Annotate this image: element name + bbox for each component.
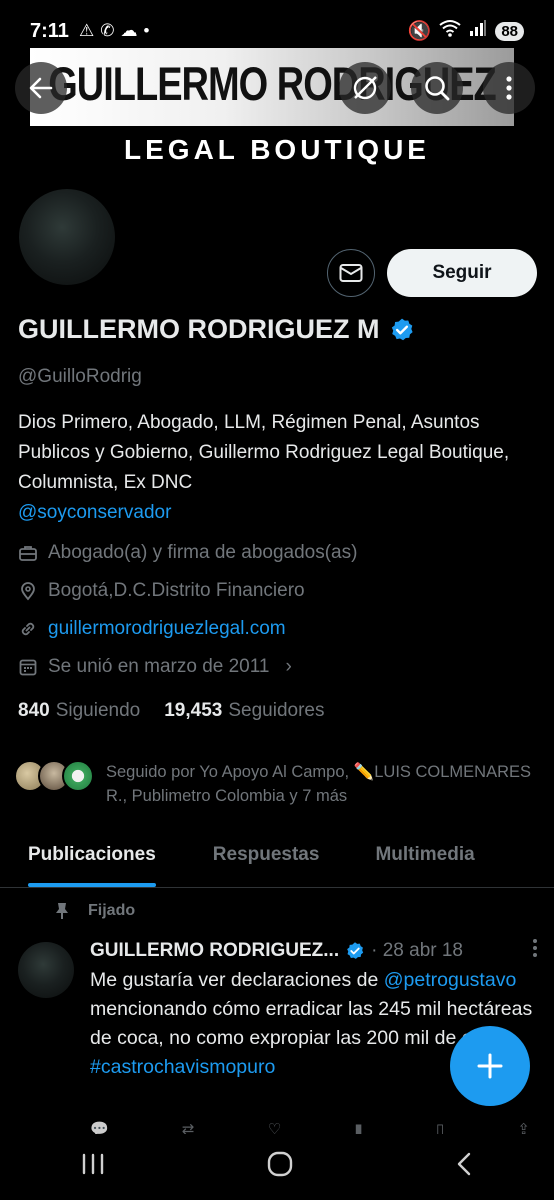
- post-more-button[interactable]: [532, 938, 538, 964]
- profile-location: Bogotá,D.C.Distrito Financiero: [48, 580, 305, 601]
- compose-post-button[interactable]: [450, 1026, 530, 1106]
- tab-multimedia[interactable]: Multimedia: [375, 826, 474, 887]
- post-header: GUILLERMO RODRIGUEZ... · 28 abr 18: [90, 938, 538, 964]
- back-icon: [457, 1152, 471, 1175]
- wifi-icon: [439, 19, 461, 43]
- follow-button[interactable]: Seguir: [387, 249, 537, 297]
- search-icon: [425, 76, 450, 101]
- chevron-right-icon: ›: [285, 656, 292, 677]
- arrow-left-icon: [29, 77, 53, 99]
- post-text-start: Me gustaría ver declaraciones de: [90, 969, 384, 991]
- profile-banner: GUILLERMO RODRIGUEZ LEGAL BOUTIQUE: [0, 48, 554, 174]
- profile-tabs: Publicaciones Respuestas Multimedia: [0, 826, 554, 888]
- post-mention-link[interactable]: @petrogustavo: [384, 969, 517, 991]
- system-nav-bar: [0, 1134, 554, 1200]
- status-icons-left: ⚠ ✆ ☁ •: [79, 21, 149, 41]
- followers-stat[interactable]: 19,453 Seguidores: [164, 700, 324, 722]
- followed-by-row[interactable]: Seguido por Yo Apoyo Al Campo, ✏️LUIS CO…: [14, 760, 536, 808]
- recent-apps-button[interactable]: [80, 1151, 106, 1183]
- warning-icon: ⚠: [78, 21, 95, 40]
- profile-location-row: Bogotá,D.C.Distrito Financiero: [18, 580, 305, 602]
- post-author-avatar[interactable]: [18, 942, 74, 998]
- search-button[interactable]: [411, 62, 463, 114]
- mail-icon: [339, 264, 363, 282]
- followed-by-text: Seguido por Yo Apoyo Al Campo, ✏️LUIS CO…: [106, 763, 532, 805]
- bio-text: Dios Primero, Abogado, LLM, Régimen Pena…: [18, 412, 510, 493]
- more-vertical-icon: [533, 939, 537, 957]
- pin-icon: [56, 903, 68, 919]
- mute-icon: 🔇: [407, 21, 432, 42]
- status-bar: 7:11 ⚠ ✆ ☁ • 🔇 88: [0, 0, 554, 62]
- profile-handle: @GuilloRodrig: [18, 366, 142, 387]
- following-stat[interactable]: 840 Siguiendo: [18, 700, 140, 722]
- back-nav-button[interactable]: [454, 1151, 474, 1184]
- followers-count: 19,453: [164, 700, 223, 721]
- profile-name-row: GUILLERMO RODRIGUEZ M: [18, 314, 415, 345]
- battery-indicator: 88: [495, 21, 524, 41]
- profile-category-row: Abogado(a) y firma de abogados(as): [18, 542, 357, 564]
- profile-website-row: guillermorodriguezlegal.com: [18, 618, 286, 640]
- recent-apps-icon: [82, 1153, 104, 1175]
- bio-mention-link[interactable]: @soyconservador: [18, 502, 171, 523]
- pinned-label: Fijado: [88, 902, 136, 919]
- post-date[interactable]: · 28 abr 18: [371, 940, 463, 962]
- link-icon: [21, 622, 35, 636]
- tab-respuestas[interactable]: Respuestas: [213, 826, 320, 887]
- calendar-icon: [19, 659, 37, 676]
- home-icon: [267, 1151, 293, 1176]
- briefcase-icon: [19, 546, 37, 561]
- profile-website-link[interactable]: guillermorodriguezlegal.com: [48, 618, 286, 640]
- post-hashtag-link[interactable]: #castrochavismopuro: [90, 1056, 275, 1078]
- banner-subtitle: LEGAL BOUTIQUE: [124, 134, 430, 165]
- back-button[interactable]: [15, 62, 67, 114]
- signal-icon: [469, 19, 487, 43]
- profile-category: Abogado(a) y firma de abogados(as): [48, 542, 358, 563]
- following-label: Siguiendo: [55, 700, 141, 721]
- plus-icon: [477, 1053, 503, 1079]
- location-pin-icon: [21, 582, 35, 601]
- more-vertical-icon: [506, 76, 512, 100]
- post-author-name[interactable]: GUILLERMO RODRIGUEZ...: [90, 940, 339, 962]
- pinned-indicator: Fijado: [54, 902, 135, 920]
- verified-badge-icon: [347, 942, 364, 959]
- more-options-button[interactable]: [483, 62, 535, 114]
- grok-icon: [353, 76, 377, 100]
- following-count: 840: [18, 700, 50, 721]
- profile-bio: Dios Primero, Abogado, LLM, Régimen Pena…: [18, 408, 538, 528]
- dot-icon: •: [143, 21, 150, 40]
- profile-joined-row[interactable]: Se unió en marzo de 2011 ›: [18, 656, 292, 678]
- followers-label: Seguidores: [228, 700, 325, 721]
- profile-stats: 840 Siguiendo 19,453 Seguidores: [18, 700, 324, 722]
- tab-publicaciones[interactable]: Publicaciones: [28, 826, 156, 887]
- message-button[interactable]: [327, 249, 375, 297]
- grok-button[interactable]: [339, 62, 391, 114]
- profile-joined: Se unió en marzo de 2011: [48, 656, 270, 677]
- profile-avatar[interactable]: [16, 186, 118, 288]
- profile-name: GUILLERMO RODRIGUEZ M: [18, 314, 380, 344]
- cloud-icon: ☁: [120, 21, 138, 40]
- status-icons-right: 🔇 88: [408, 19, 524, 43]
- verified-badge-icon[interactable]: [389, 317, 415, 343]
- follower-avatar: [62, 760, 94, 792]
- status-time: 7:11: [30, 19, 69, 42]
- whatsapp-icon: ✆: [100, 21, 115, 40]
- home-button[interactable]: [266, 1150, 294, 1185]
